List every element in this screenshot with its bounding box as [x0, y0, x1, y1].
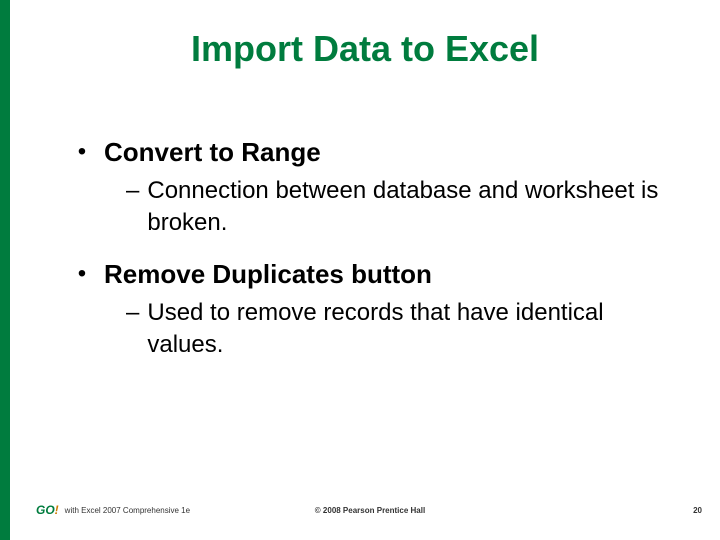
footer-left-text: with Excel 2007 Comprehensive 1e [65, 506, 190, 515]
sub-bullet-text: Used to remove records that have identic… [147, 297, 660, 361]
footer-bar: GO! with Excel 2007 Comprehensive 1e © 2… [20, 500, 720, 520]
sub-bullet-text: Connection between database and workshee… [147, 175, 660, 239]
dash-marker: – [126, 175, 147, 207]
bullet-item: • Convert to Range [70, 135, 660, 169]
dash-marker: – [126, 297, 147, 329]
bullet-marker: • [70, 257, 104, 291]
footer-left: GO! with Excel 2007 Comprehensive 1e [36, 503, 190, 517]
bullet-item: • Remove Duplicates button [70, 257, 660, 291]
bullet-label: Convert to Range [104, 135, 321, 169]
slide-number: 20 [693, 506, 702, 515]
bullet-marker: • [70, 135, 104, 169]
sub-bullet-item: – Used to remove records that have ident… [70, 297, 660, 361]
sub-bullet-item: – Connection between database and worksh… [70, 175, 660, 239]
content-area: • Convert to Range – Connection between … [10, 80, 720, 361]
go-logo: GO! [36, 503, 59, 517]
slide-title: Import Data to Excel [10, 0, 720, 80]
footer-copyright: © 2008 Pearson Prentice Hall [315, 506, 425, 515]
bullet-label: Remove Duplicates button [104, 257, 432, 291]
